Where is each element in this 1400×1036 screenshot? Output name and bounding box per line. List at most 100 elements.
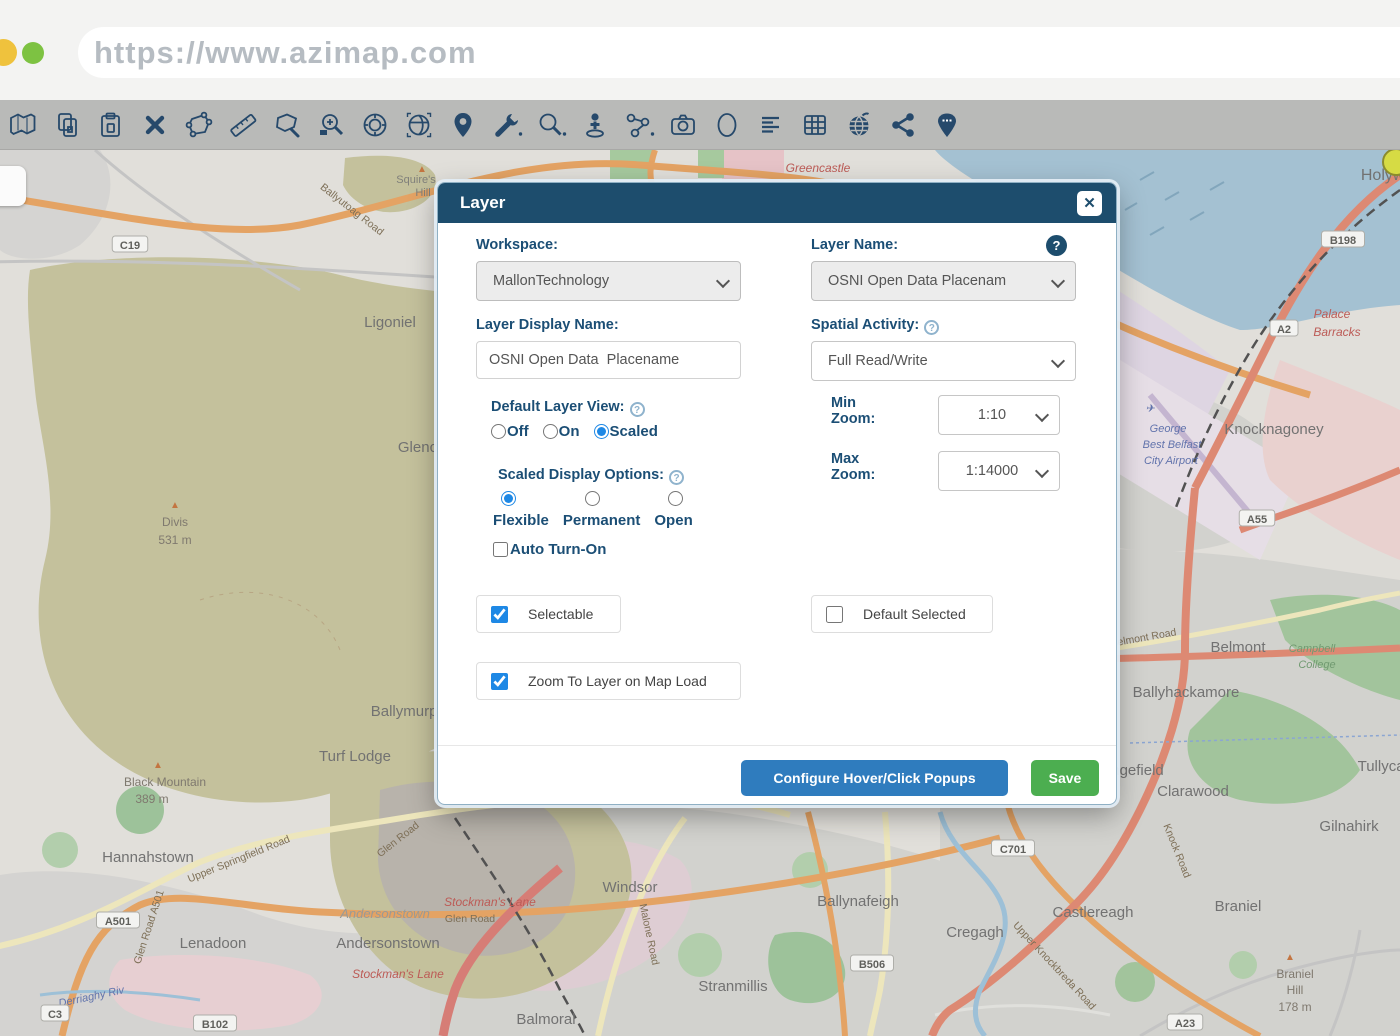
min-zoom-select[interactable]: 1:10 <box>938 395 1060 435</box>
share-icon[interactable] <box>886 106 920 144</box>
svg-text:Stockman's Lane: Stockman's Lane <box>352 967 444 981</box>
auto-turn-on-checkbox[interactable] <box>493 542 508 557</box>
radio-off[interactable]: Off <box>491 423 529 440</box>
layer-name-label: Layer Name: <box>811 237 898 253</box>
spatial-activity-select[interactable]: Full Read/Write <box>811 341 1076 381</box>
configure-popups-button[interactable]: Configure Hover/Click Popups <box>741 760 1008 796</box>
spatial-activity-select-wrap: Full Read/Write <box>811 341 1076 381</box>
svg-text:Lenadoon: Lenadoon <box>180 935 247 952</box>
svg-text:389 m: 389 m <box>135 792 168 806</box>
svg-text:Andersonstown: Andersonstown <box>339 906 430 921</box>
max-zoom-select[interactable]: 1:14000 <box>938 451 1060 491</box>
compass-icon[interactable] <box>358 106 392 144</box>
layer-display-name-input[interactable] <box>476 341 741 379</box>
default-layer-view-radios: Off On Scaled <box>491 423 658 440</box>
camera-icon[interactable] <box>666 106 700 144</box>
svg-text:Clarawood: Clarawood <box>1157 783 1229 800</box>
link-nodes-icon[interactable] <box>622 106 656 144</box>
svg-text:Ligoniel: Ligoniel <box>364 314 416 331</box>
svg-text:Campbell: Campbell <box>1289 643 1336 655</box>
window-minimize-button[interactable] <box>0 39 17 66</box>
zoom-to-layer-checkbox[interactable] <box>491 673 508 690</box>
radio-on[interactable]: On <box>543 423 580 440</box>
location-pin-icon[interactable] <box>446 106 480 144</box>
workspace-label: Workspace: <box>476 237 558 253</box>
browser-chrome: https://www.azimap.com <box>0 0 1400 100</box>
window-maximize-button[interactable] <box>22 42 44 64</box>
svg-text:Castlereagh: Castlereagh <box>1053 904 1134 921</box>
radio-flexible[interactable]: Flexible <box>493 491 549 529</box>
svg-text:Glen Road: Glen Road <box>445 913 495 925</box>
svg-text:Andersonstown: Andersonstown <box>336 935 439 952</box>
delete-icon[interactable] <box>138 106 172 144</box>
selectable-card[interactable]: Selectable <box>476 595 621 633</box>
default-layer-view-label: Default Layer View:? <box>491 399 645 417</box>
web-globe-icon[interactable] <box>842 106 876 144</box>
svg-text:Belmont: Belmont <box>1210 639 1266 656</box>
svg-text:Palace: Palace <box>1314 307 1351 321</box>
svg-text:C19: C19 <box>120 240 140 252</box>
max-zoom-label: MaxZoom: <box>831 451 875 483</box>
radio-open[interactable]: Open <box>654 491 692 529</box>
svg-text:A55: A55 <box>1247 514 1267 526</box>
zoom-in-icon[interactable] <box>314 106 348 144</box>
footer-divider <box>438 745 1116 746</box>
map-icon[interactable] <box>6 106 40 144</box>
svg-text:College: College <box>1298 659 1335 671</box>
selectable-label: Selectable <box>528 606 593 622</box>
svg-text:Braniel: Braniel <box>1276 967 1313 981</box>
layer-dialog: Layer ✕ Workspace: MallonTechnology Laye… <box>437 182 1117 805</box>
measure-icon[interactable] <box>226 106 260 144</box>
svg-text:Greencastle: Greencastle <box>786 161 851 175</box>
svg-text:C701: C701 <box>1000 844 1026 856</box>
search-icon[interactable] <box>534 106 568 144</box>
svg-text:Barracks: Barracks <box>1313 325 1360 339</box>
zoom-to-layer-card[interactable]: Zoom To Layer on Map Load <box>476 662 741 700</box>
map-control-partial[interactable] <box>0 166 26 206</box>
svg-text:Turf Lodge: Turf Lodge <box>319 748 391 765</box>
radio-permanent[interactable]: Permanent <box>563 491 641 529</box>
workspace-select[interactable]: MallonTechnology <box>476 261 741 301</box>
list-icon[interactable] <box>754 106 788 144</box>
svg-text:531 m: 531 m <box>158 533 191 547</box>
street-view-icon[interactable] <box>578 106 612 144</box>
radio-scaled[interactable]: Scaled <box>594 423 658 440</box>
min-zoom-select-wrap: 1:10 <box>938 395 1060 435</box>
scaled-display-options-label: Scaled Display Options:? <box>498 467 684 485</box>
svg-text:Hill: Hill <box>415 187 430 199</box>
tools-icon[interactable] <box>490 106 524 144</box>
save-button[interactable]: Save <box>1031 760 1099 796</box>
layer-name-select-wrap: OSNI Open Data Placenam <box>811 261 1076 301</box>
default-selected-checkbox[interactable] <box>826 606 843 623</box>
svg-text:Knocknagoney: Knocknagoney <box>1224 421 1324 438</box>
address-bar[interactable]: https://www.azimap.com <box>78 27 1400 78</box>
dialog-title: Layer <box>460 193 505 213</box>
help-icon[interactable]: ? <box>1046 235 1067 256</box>
default-selected-card[interactable]: Default Selected <box>811 595 993 633</box>
paste-icon[interactable] <box>94 106 128 144</box>
default-layer-view-help-icon[interactable]: ? <box>630 402 645 417</box>
draw-polygon-icon[interactable] <box>270 106 304 144</box>
globe-select-icon[interactable] <box>402 106 436 144</box>
dialog-header: Layer ✕ <box>438 183 1116 223</box>
layer-name-select[interactable]: OSNI Open Data Placenam <box>811 261 1076 301</box>
map-marker[interactable] <box>1383 150 1400 175</box>
svg-text:Balmoral: Balmoral <box>516 1011 575 1028</box>
layer-display-name-label: Layer Display Name: <box>476 317 619 333</box>
copy-icon[interactable] <box>50 106 84 144</box>
svg-text:178 m: 178 m <box>1278 1000 1311 1014</box>
scaled-display-options-help-icon[interactable]: ? <box>669 470 684 485</box>
ellipse-icon[interactable] <box>710 106 744 144</box>
svg-text:Windsor: Windsor <box>602 879 657 896</box>
spatial-activity-help-icon[interactable]: ? <box>924 320 939 335</box>
svg-text:A2: A2 <box>1277 324 1291 336</box>
svg-text:▲: ▲ <box>153 760 163 771</box>
svg-text:Black Mountain: Black Mountain <box>124 775 206 789</box>
svg-text:Hannahstown: Hannahstown <box>102 849 194 866</box>
edit-vertices-icon[interactable] <box>182 106 216 144</box>
close-icon[interactable]: ✕ <box>1077 191 1102 216</box>
selectable-checkbox[interactable] <box>491 606 508 623</box>
table-icon[interactable] <box>798 106 832 144</box>
comment-pin-icon[interactable] <box>930 106 964 144</box>
auto-turn-on-checkbox-row[interactable]: Auto Turn-On <box>493 541 606 558</box>
